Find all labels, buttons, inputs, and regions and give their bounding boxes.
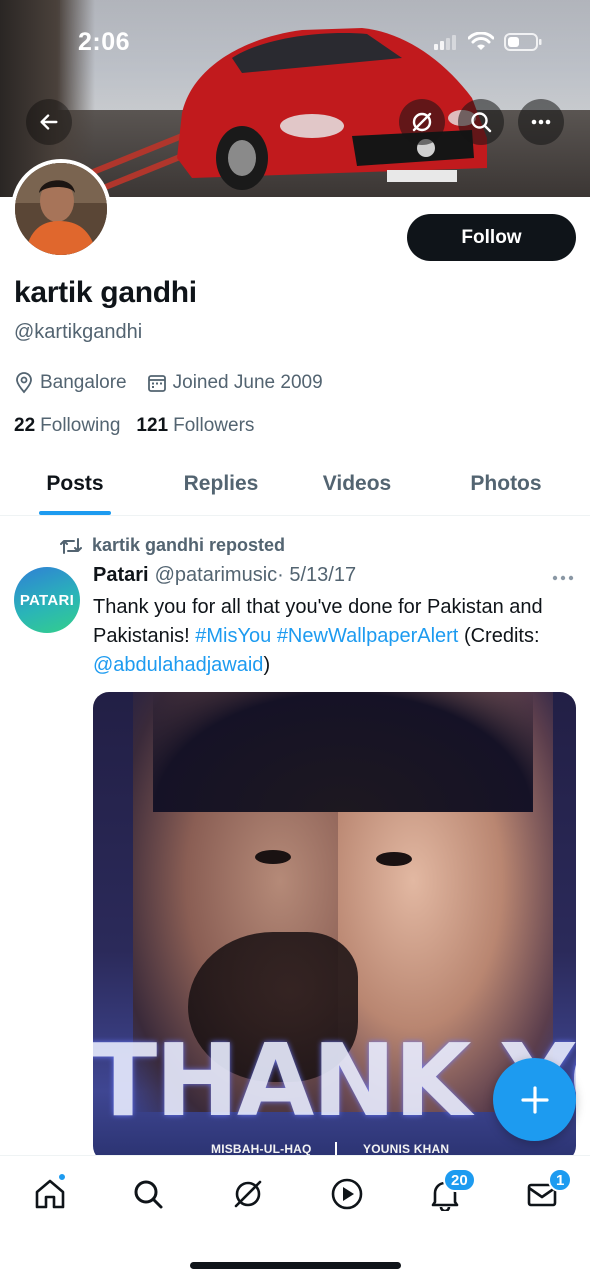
- post-date[interactable]: · 5/13/17: [277, 564, 356, 587]
- profile-name: kartik gandhi: [14, 276, 197, 309]
- more-button[interactable]: [518, 99, 564, 145]
- post-author-name[interactable]: Patari: [93, 564, 149, 587]
- grok-button[interactable]: [399, 99, 445, 145]
- location-pin-icon: [16, 372, 32, 394]
- hashtag-link[interactable]: #NewWallpaperAlert: [277, 625, 459, 647]
- nav-grok[interactable]: [226, 1172, 270, 1216]
- avatar-photo: [15, 163, 107, 255]
- plus-icon: [520, 1085, 549, 1114]
- tab-label: Videos: [322, 471, 392, 495]
- home-indicator: [190, 1262, 401, 1269]
- more-horizontal-icon: [552, 575, 574, 581]
- messages-badge: 1: [548, 1168, 573, 1192]
- search-icon: [134, 1180, 163, 1209]
- more-horizontal-icon: [531, 119, 551, 125]
- post-text: Thank you for all that you've done for P…: [93, 593, 573, 680]
- join-date-text: Joined June 2009: [172, 372, 323, 393]
- post-text-part: ): [263, 654, 271, 676]
- media-caption-separator: [335, 1142, 337, 1156]
- wifi-icon: [468, 32, 494, 50]
- followers-count: 121: [136, 415, 169, 436]
- post-header: Patari @patarimusic · 5/13/17: [93, 564, 356, 587]
- nav-search[interactable]: [126, 1172, 170, 1216]
- calendar-icon: [147, 375, 166, 392]
- following-label: Following: [40, 415, 121, 436]
- location: Bangalore: [14, 372, 127, 394]
- nav-home[interactable]: [28, 1172, 72, 1216]
- followers-link[interactable]: 121 Followers: [136, 415, 254, 437]
- search-button[interactable]: [458, 99, 504, 145]
- tab-photos[interactable]: Photos: [422, 452, 590, 515]
- media-caption-left: MISBAH-UL-HAQ: [211, 1142, 312, 1156]
- profile-avatar[interactable]: [11, 159, 111, 259]
- tab-label: Replies: [183, 471, 259, 495]
- play-circle-icon: [331, 1178, 363, 1210]
- post-author-handle[interactable]: @patarimusic: [155, 564, 278, 587]
- repost-icon: [60, 537, 82, 554]
- media-eye: [255, 850, 291, 864]
- status-icons: [434, 32, 542, 52]
- hashtag-link[interactable]: #MisYou: [195, 625, 271, 647]
- compose-button[interactable]: [493, 1058, 576, 1141]
- tab-label: Photos: [470, 471, 542, 495]
- notifications-badge: 20: [443, 1168, 476, 1192]
- follow-button[interactable]: Follow: [407, 214, 576, 261]
- nav-notifications[interactable]: 20: [423, 1168, 476, 1216]
- following-count: 22: [14, 415, 36, 436]
- join-date: Joined June 2009: [147, 372, 323, 394]
- post-text-part: (Credits:: [463, 625, 540, 647]
- signal-icon: [434, 34, 458, 50]
- repost-indicator[interactable]: kartik gandhi reposted: [60, 535, 285, 556]
- grok-icon: [234, 1180, 262, 1208]
- grok-icon: [412, 112, 432, 132]
- tab-replies[interactable]: Replies: [150, 452, 292, 515]
- battery-icon: [504, 33, 542, 51]
- search-icon: [471, 112, 492, 133]
- status-time: 2:06: [78, 28, 131, 56]
- repost-text: kartik gandhi reposted: [92, 535, 286, 555]
- tab-posts[interactable]: Posts: [0, 452, 150, 515]
- nav-messages[interactable]: 1: [520, 1168, 573, 1216]
- profile-handle: @kartikgandhi: [14, 321, 143, 343]
- followers-label: Followers: [173, 415, 255, 436]
- home-icon: [35, 1179, 65, 1209]
- nav-video[interactable]: [325, 1172, 369, 1216]
- media-eye: [376, 852, 412, 866]
- location-text: Bangalore: [40, 372, 127, 393]
- active-tab-indicator: [39, 511, 111, 515]
- media-caption-right: YOUNIS KHAN: [363, 1142, 450, 1156]
- tab-label: Posts: [46, 471, 104, 495]
- media-hair: [153, 692, 533, 812]
- follow-counts: 22 Following 121 Followers: [14, 415, 270, 437]
- profile-meta: Bangalore Joined June 2009: [14, 372, 343, 394]
- back-button[interactable]: [26, 99, 72, 145]
- tab-videos[interactable]: Videos: [292, 452, 422, 515]
- arrow-left-icon: [40, 114, 58, 130]
- avatar-logo-text: PATARI: [19, 591, 75, 609]
- mention-link[interactable]: @abdulahadjawaid: [93, 654, 263, 676]
- profile-tabs: Posts Replies Videos Photos: [0, 452, 590, 516]
- post-more-button[interactable]: [551, 566, 575, 589]
- post-author-avatar[interactable]: PATARI: [14, 567, 80, 633]
- home-unread-dot: [57, 1172, 67, 1182]
- following-link[interactable]: 22 Following: [14, 415, 120, 437]
